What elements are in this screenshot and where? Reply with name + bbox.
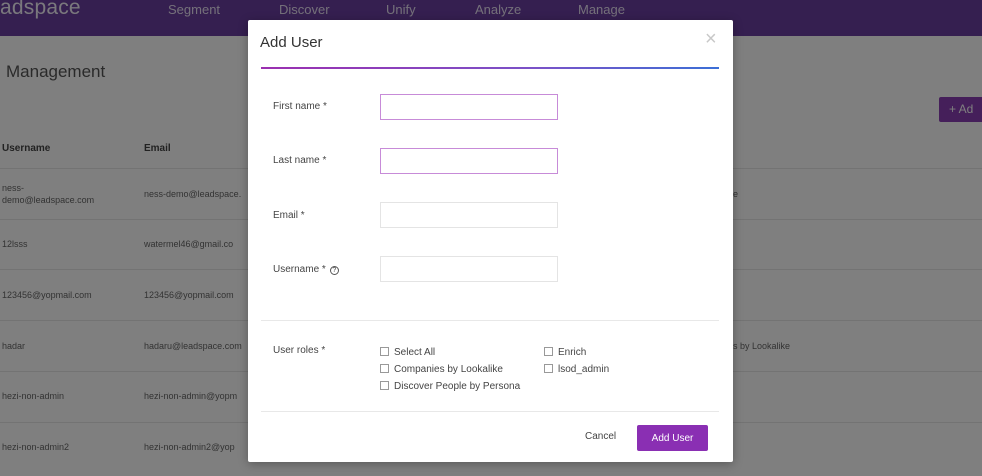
last-name-input[interactable] xyxy=(380,148,558,174)
role-label: lsod_admin xyxy=(558,364,610,375)
role-enrich[interactable]: Enrich xyxy=(544,347,586,358)
email-label: Email * xyxy=(273,210,305,221)
role-label: Select All xyxy=(394,347,436,358)
first-name-input[interactable] xyxy=(380,94,558,120)
close-icon[interactable]: × xyxy=(705,29,717,49)
role-lsod-admin[interactable]: lsod_admin xyxy=(544,364,609,375)
role-discover-people-by-persona[interactable]: Discover People by Persona xyxy=(380,381,520,392)
add-user-button[interactable]: Add User xyxy=(637,425,708,451)
cancel-button[interactable]: Cancel xyxy=(585,431,616,442)
user-roles-label: User roles * xyxy=(273,345,326,356)
checkbox[interactable] xyxy=(544,347,553,356)
footer-divider xyxy=(261,411,719,412)
role-select-all[interactable]: Select All xyxy=(380,347,435,358)
email-input[interactable] xyxy=(380,202,558,228)
role-label: Enrich xyxy=(558,347,587,358)
role-label: Companies by Lookalike xyxy=(394,364,503,375)
checkbox[interactable] xyxy=(380,381,389,390)
section-divider xyxy=(261,320,719,321)
role-label: Discover People by Persona xyxy=(394,381,521,392)
last-name-label: Last name * xyxy=(273,155,327,166)
checkbox[interactable] xyxy=(380,347,389,356)
checkbox[interactable] xyxy=(380,364,389,373)
add-user-dialog: Add User × First name * Last name * Emai… xyxy=(248,20,733,462)
help-icon[interactable]: ? xyxy=(329,266,339,275)
username-label-group: Username *? xyxy=(273,264,339,275)
first-name-label: First name * xyxy=(273,101,327,112)
title-underline xyxy=(261,67,719,69)
checkbox[interactable] xyxy=(544,364,553,373)
role-companies-by-lookalike[interactable]: Companies by Lookalike xyxy=(380,364,503,375)
username-label: Username * xyxy=(273,264,326,275)
username-input[interactable] xyxy=(380,256,558,282)
dialog-title: Add User xyxy=(260,34,323,51)
